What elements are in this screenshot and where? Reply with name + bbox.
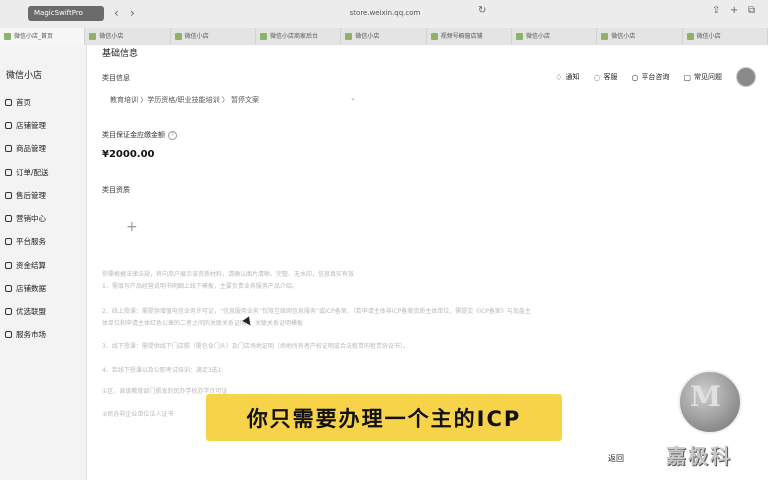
help-icon[interactable]: ? [168, 130, 177, 140]
category-select[interactable]: 教育培训 〉学历资格/职业技能培训 〉 暂停文案 [110, 95, 259, 105]
category-label: 类目信息 [102, 74, 130, 82]
deposit-amount: ¥2000.00 [102, 149, 155, 160]
note-line: 3、线下授课：需提供线下门店照（需包含门头）及门店场地证明（场地所有者产权证明或… [102, 343, 409, 350]
shop-icon [5, 121, 12, 129]
sidebar-item-label: 平台服务 [16, 236, 46, 246]
sidebar-item-shop[interactable]: 店铺管理 [5, 119, 46, 131]
sidebar-item-funds[interactable]: 资金结算 [5, 259, 46, 271]
service-button[interactable]: ◌ 客服 [593, 72, 617, 82]
browser-tab[interactable]: 微信小店_首页 [0, 28, 86, 45]
sidebar-item-marketing[interactable]: 营销中心 [5, 212, 46, 224]
sidebar-item-label: 商品管理 [16, 143, 46, 153]
note-line: 1、需填写产品经营说明书明细上线下模板，主要负责业务服务产品介绍。 [102, 283, 298, 290]
note-line: 2、线上授课：需提供增值电信业务许可证，“信息服务业务”仅限互联网信息服务“或I… [102, 308, 531, 315]
sidebar-item-label: 店铺管理 [16, 120, 46, 130]
sidebar-item-platform[interactable]: 平台服务 [5, 235, 46, 247]
browser-toolbar: MagicSwiftPro ‹ › store.weixin.qq.com ↻ … [0, 0, 768, 29]
note-line: 体单位和申请主体红色公章的二者之间的关联关系证明）；关联关系证明模板 [102, 320, 304, 327]
aftersales-icon [5, 191, 12, 199]
back-arrow-icon[interactable]: ‹ [114, 6, 119, 20]
notify-label: 通知 [565, 73, 580, 81]
back-button[interactable]: 返回 [608, 453, 624, 464]
browser-tab[interactable]: 微信小店 [512, 28, 598, 45]
sidebar-item-label: 优选联盟 [16, 306, 46, 316]
new-tab-icon[interactable]: + [730, 5, 738, 16]
sidebar-item-label: 资金结算 [16, 260, 46, 270]
sidebar-item-label: 店铺数据 [16, 283, 46, 293]
bell-icon: ♢ [555, 72, 563, 82]
funds-icon [5, 261, 12, 269]
browser-tab[interactable]: 微信小店 [341, 28, 427, 45]
sidebar-item-label: 首页 [16, 97, 31, 107]
headset-icon: ◌ [593, 72, 601, 82]
platform-consult-button[interactable]: ○ 平台咨询 [631, 72, 669, 82]
home-icon [5, 98, 12, 106]
video-caption: 你只需要办理一个主的ICP [206, 394, 562, 441]
market-icon [5, 330, 12, 338]
extension-badge[interactable]: MagicSwiftPro [28, 6, 104, 21]
sidebar-item-alliance[interactable]: 优选联盟 [5, 305, 46, 317]
note-line: ②民办非企业单位法人证书 [102, 411, 174, 418]
browser-tab[interactable]: 视频号橱窗店铺 [427, 28, 512, 45]
faq-button[interactable]: ▢ 常见问题 [683, 72, 722, 82]
service-label: 客服 [603, 73, 618, 81]
browser-tab[interactable]: 微信小店 [597, 28, 683, 45]
marketing-icon [5, 214, 12, 222]
upload-plus-icon[interactable]: + [126, 219, 138, 235]
sidebar-item-market[interactable]: 服务市场 [5, 328, 46, 340]
sidebar-item-aftersales[interactable]: 售后管理 [5, 189, 46, 201]
header-actions: ♢ 通知 ◌ 客服 ○ 平台咨询 ▢ 常见问题 [555, 67, 756, 87]
deposit-label-text: 类目保证金应缴金额 [102, 131, 165, 139]
faq-label: 常见问题 [694, 73, 722, 81]
deposit-label: 类目保证金应缴金额? [102, 130, 177, 140]
page-title: 基础信息 [102, 49, 139, 59]
app-title: 微信小店 [6, 71, 43, 81]
share-icon[interactable]: ⇪ [712, 5, 720, 16]
alliance-icon [5, 307, 12, 315]
qualification-label: 类目资质 [102, 186, 130, 194]
sidebar-item-orders[interactable]: 订单/配送 [5, 166, 49, 178]
sidebar-item-label: 售后管理 [16, 190, 46, 200]
logo-m-icon: M [690, 380, 721, 413]
platform-icon [5, 237, 12, 245]
note-line: 4、若线下授课以及公职考试培训：满足3选1: [102, 367, 224, 374]
notify-button[interactable]: ♢ 通知 [555, 72, 579, 82]
sidebar-item-data[interactable]: 店铺数据 [5, 282, 46, 294]
browser-tab[interactable]: 微信小店 [683, 28, 768, 45]
address-bar[interactable]: store.weixin.qq.com [300, 7, 470, 20]
reload-icon[interactable]: ↻ [478, 5, 486, 16]
chat-icon: ○ [631, 72, 639, 82]
browser-tab[interactable]: 微信小店 [171, 28, 256, 45]
order-icon [5, 168, 12, 176]
sidebar-item-label: 营销中心 [16, 213, 46, 223]
note-line: 你需根据法律法规，将向用户展示该资质材料，请确认图片清晰、完整、无水印，信息真实… [102, 271, 355, 278]
tab-overview-icon[interactable]: ⧉ [748, 5, 755, 16]
sidebar-item-label: 订单/配送 [16, 167, 49, 177]
sidebar: 微信小店 首页 店铺管理 商品管理 订单/配送 售后管理 营销中心 平台服务 资… [0, 45, 87, 480]
browser-tab[interactable]: 微信小店 [85, 28, 171, 45]
browser-tab[interactable]: 微信小店商家后台 [256, 28, 342, 45]
watermark-text: 嘉极科 [666, 444, 732, 468]
chevron-down-icon[interactable]: ⌄ [350, 94, 356, 102]
forward-arrow-icon[interactable]: › [130, 6, 135, 20]
caption-text: 你只需要办理一个主的ICP [246, 406, 522, 431]
sidebar-item-home[interactable]: 首页 [5, 96, 31, 108]
platform-label: 平台咨询 [641, 73, 670, 81]
avatar[interactable] [736, 67, 756, 87]
sidebar-item-products[interactable]: 商品管理 [5, 142, 46, 154]
product-icon [5, 144, 12, 152]
sidebar-item-label: 服务市场 [16, 329, 46, 339]
document-icon: ▢ [683, 72, 691, 82]
tab-strip: 微信小店_首页 微信小店 微信小店 微信小店商家后台 微信小店 视频号橱窗店铺 … [0, 28, 768, 46]
watermark-logo: M 嘉极科 [660, 362, 756, 472]
chart-icon [5, 284, 12, 292]
